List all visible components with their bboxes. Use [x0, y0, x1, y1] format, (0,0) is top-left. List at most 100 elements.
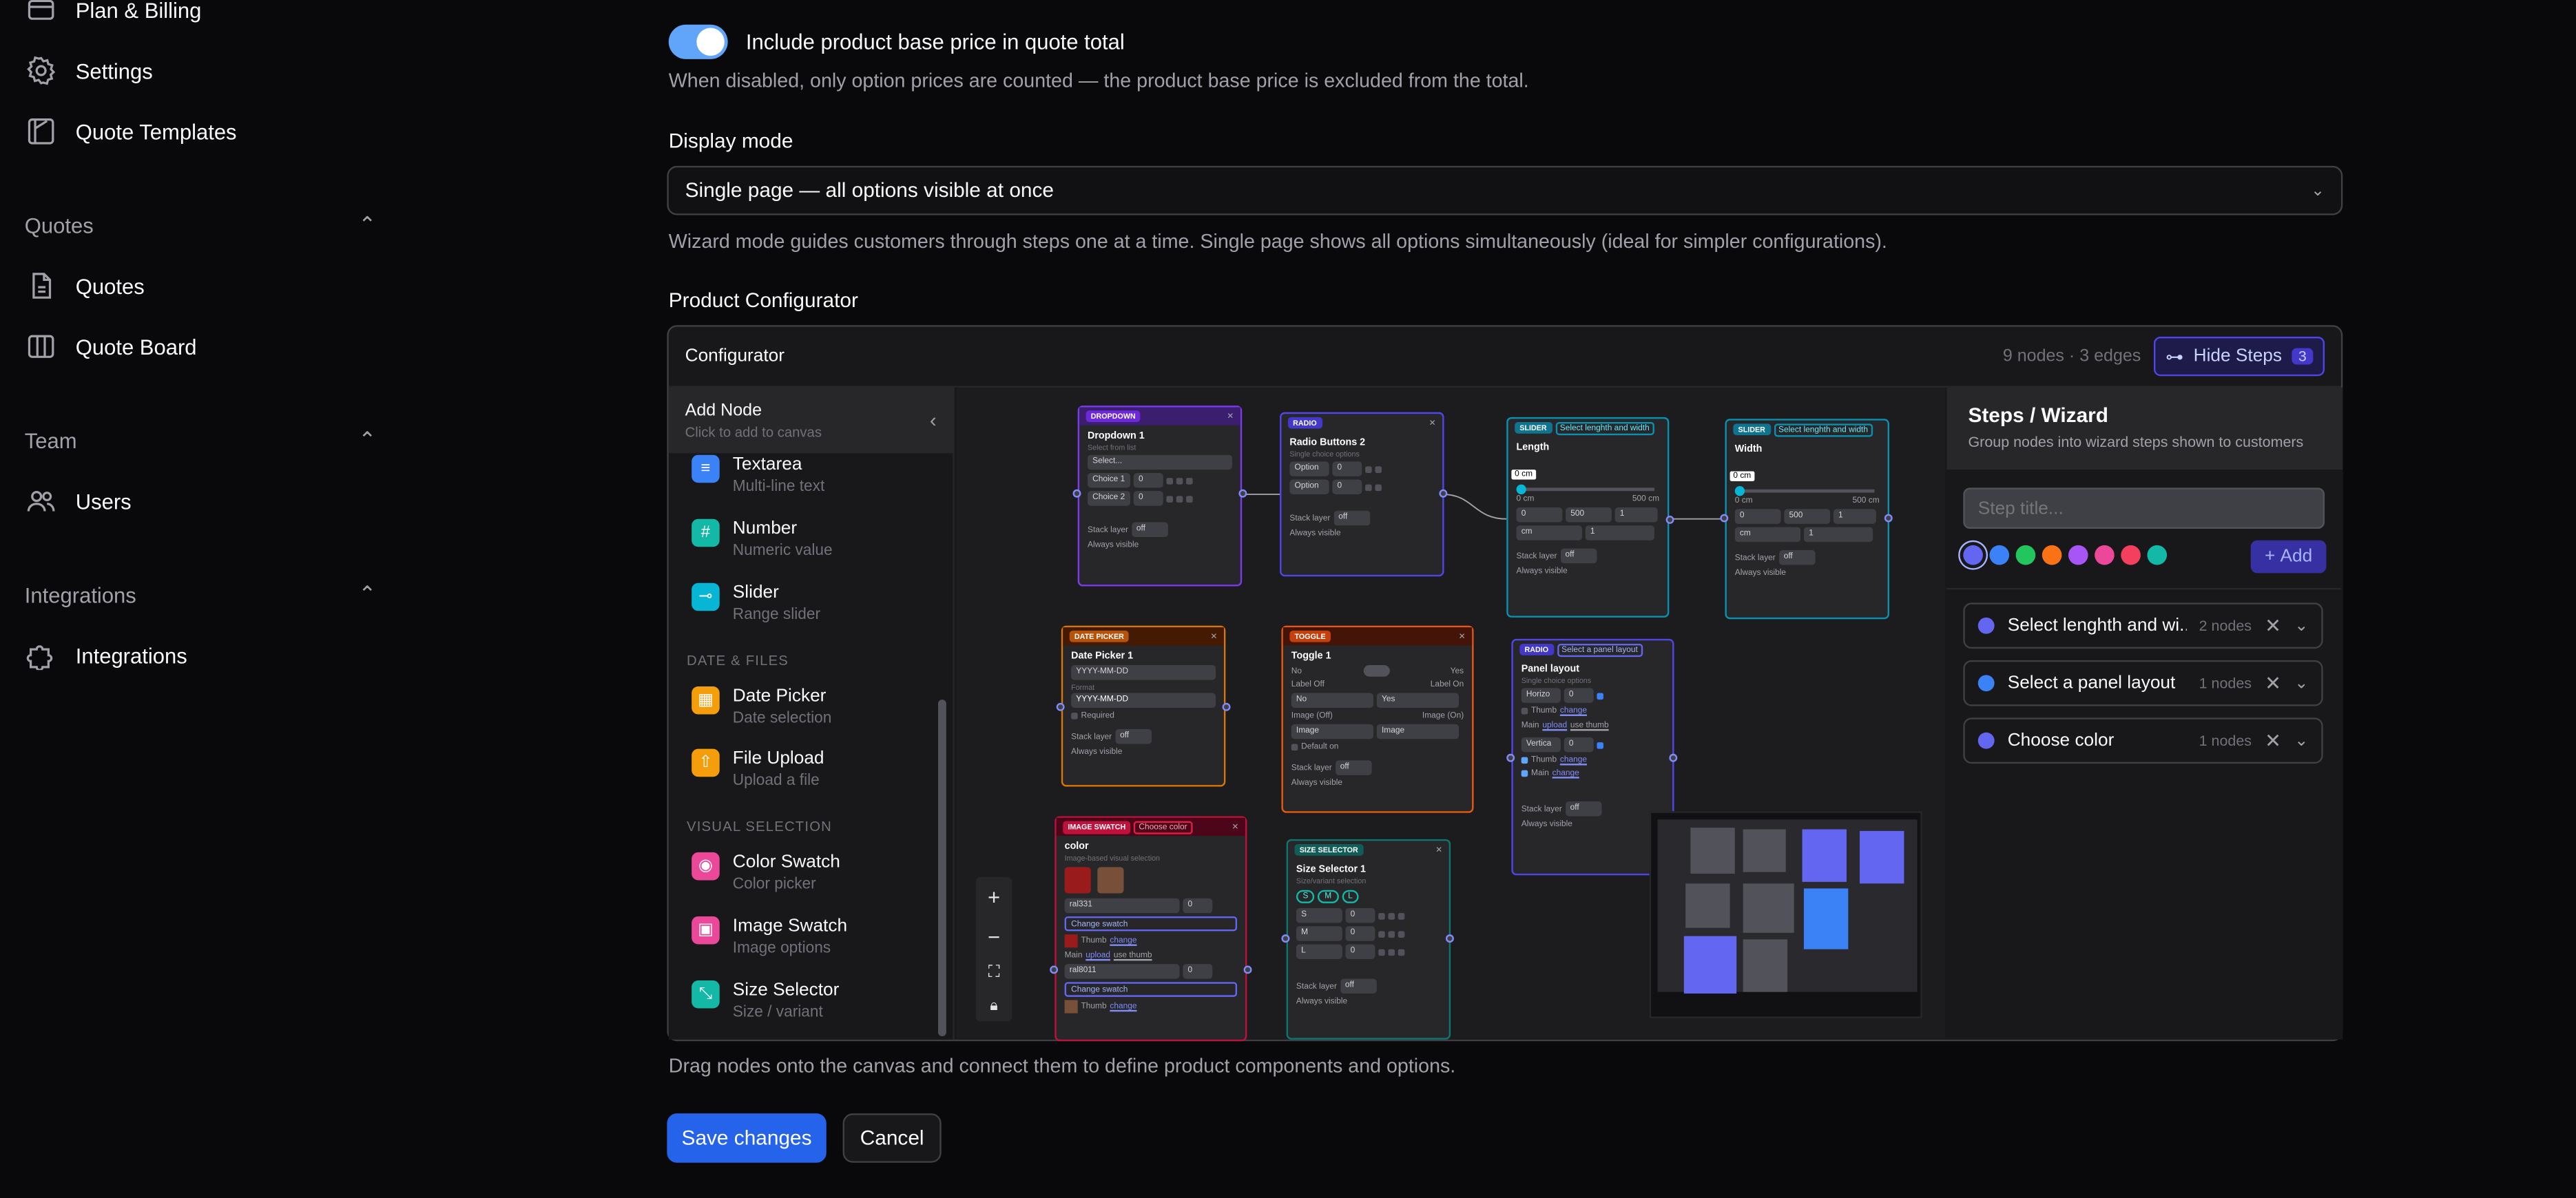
- node-radio[interactable]: RADIO ✕ Radio Buttons 2 Single choice opt…: [1280, 412, 1444, 577]
- node-handle[interactable]: [1222, 702, 1231, 711]
- price-input[interactable]: 0: [1345, 908, 1375, 923]
- node-type-color-swatch[interactable]: ◉ Color Swatch Color picker: [692, 852, 840, 894]
- color-swatch-option[interactable]: [2095, 545, 2115, 565]
- option-input[interactable]: Option: [1289, 461, 1329, 476]
- remove-step-icon[interactable]: ✕: [2265, 614, 2281, 637]
- change-swatch-button[interactable]: Change swatch: [1064, 916, 1238, 932]
- price-input[interactable]: 0: [1133, 491, 1163, 506]
- size-row-input[interactable]: L: [1296, 944, 1342, 959]
- chevron-down-icon[interactable]: ⌄: [2294, 732, 2308, 750]
- min-input[interactable]: 0: [1516, 507, 1563, 523]
- choice-input[interactable]: Choice 2: [1088, 491, 1131, 506]
- max-input[interactable]: 500: [1566, 507, 1612, 523]
- node-size-selector[interactable]: SIZE SELECTOR ✕ Size Selector 1 Size/vari…: [1286, 839, 1451, 1040]
- fit-view-icon[interactable]: ⛶: [988, 963, 1000, 981]
- sidebar-item-quote-templates[interactable]: Quote Templates: [26, 107, 237, 156]
- sidebar-section-quotes[interactable]: Quotes ⌃: [25, 212, 376, 238]
- off-input[interactable]: No: [1291, 693, 1374, 708]
- sidebar-section-integrations[interactable]: Integrations ⌃: [25, 581, 376, 607]
- sidebar-item-quote-board[interactable]: Quote Board: [26, 322, 197, 371]
- price-input[interactable]: 0: [1564, 688, 1594, 703]
- node-handle[interactable]: [1665, 515, 1674, 524]
- option-input[interactable]: Vertica: [1521, 737, 1561, 753]
- stack-input[interactable]: off: [1565, 801, 1601, 817]
- lock-icon[interactable]: 🔒︎: [990, 996, 997, 1014]
- price-input[interactable]: 0: [1332, 479, 1362, 494]
- stack-input[interactable]: off: [1114, 729, 1152, 744]
- color-swatch-option[interactable]: [2015, 545, 2036, 565]
- zoom-out-icon[interactable]: −: [988, 924, 1000, 949]
- add-step-button[interactable]: + Add: [2250, 540, 2327, 574]
- max-input[interactable]: 500: [1784, 509, 1831, 524]
- choice-input[interactable]: Choice 1: [1088, 472, 1131, 488]
- node-handle[interactable]: [1720, 514, 1729, 523]
- image-off-button[interactable]: Image: [1291, 724, 1374, 739]
- close-icon[interactable]: ✕: [1227, 411, 1234, 421]
- node-type-file-upload[interactable]: ⇧ File Upload Upload a file: [692, 748, 824, 790]
- step-row[interactable]: Select lenghth and wi... 2 nodes ✕ ⌄: [1963, 602, 2323, 649]
- on-input[interactable]: Yes: [1376, 693, 1460, 708]
- upload-link[interactable]: upload: [1086, 951, 1110, 960]
- remove-step-icon[interactable]: ✕: [2265, 672, 2281, 695]
- change-link[interactable]: change: [1110, 936, 1136, 946]
- swatch-name-input[interactable]: ral8011: [1064, 964, 1180, 979]
- step-row[interactable]: Choose color 1 nodes ✕ ⌄: [1963, 717, 2323, 764]
- upload-link[interactable]: upload: [1542, 721, 1567, 731]
- remove-step-icon[interactable]: ✕: [2265, 729, 2281, 752]
- node-handle[interactable]: [1056, 702, 1065, 711]
- zoom-in-icon[interactable]: +: [988, 884, 1000, 909]
- price-input[interactable]: 1: [1585, 525, 1654, 540]
- unit-input[interactable]: cm: [1516, 525, 1582, 540]
- format-select[interactable]: YYYY-MM-DD: [1071, 693, 1216, 708]
- step-input[interactable]: 1: [1614, 507, 1658, 523]
- node-slider-width[interactable]: SLIDER Select lenghth and width Width 0 c…: [1725, 419, 1889, 620]
- price-input[interactable]: 0: [1564, 737, 1594, 753]
- price-input[interactable]: 0: [1345, 944, 1375, 959]
- color-swatch-option[interactable]: [2121, 545, 2141, 565]
- toggle-switch[interactable]: [1362, 665, 1389, 677]
- color-swatch-option[interactable]: [1989, 545, 2010, 565]
- change-link[interactable]: change: [1110, 1002, 1136, 1011]
- scrollbar-thumb[interactable]: [937, 700, 946, 1037]
- close-icon[interactable]: ✕: [1232, 822, 1238, 832]
- image-on-button[interactable]: Image: [1376, 724, 1460, 739]
- change-swatch-button[interactable]: Change swatch: [1064, 982, 1238, 997]
- price-input[interactable]: 0: [1183, 898, 1213, 914]
- save-button[interactable]: Save changes: [667, 1113, 827, 1163]
- node-type-slider[interactable]: ⊸ Slider Range slider: [692, 582, 820, 624]
- hide-steps-button[interactable]: ⊶ Hide Steps 3: [2154, 336, 2325, 377]
- use-thumb-link[interactable]: use thumb: [1114, 951, 1152, 960]
- node-date-picker[interactable]: DATE PICKER ✕ Date Picker 1 YYYY-MM-DD Fo…: [1061, 625, 1226, 787]
- price-input[interactable]: 0: [1133, 472, 1163, 488]
- sidebar-item-quotes[interactable]: Quotes: [26, 261, 145, 311]
- chevron-left-icon[interactable]: ‹: [930, 409, 937, 432]
- unit-input[interactable]: cm: [1734, 527, 1801, 543]
- close-icon[interactable]: ✕: [1210, 631, 1217, 641]
- close-icon[interactable]: ✕: [1459, 631, 1466, 641]
- color-swatch-option[interactable]: [1963, 545, 1983, 565]
- close-icon[interactable]: ✕: [1429, 418, 1436, 428]
- node-handle[interactable]: [1445, 934, 1454, 943]
- chevron-down-icon[interactable]: ⌄: [2294, 674, 2308, 692]
- node-image-swatch[interactable]: IMAGE SWATCH Choose color ✕ color Image-ba…: [1055, 816, 1247, 1042]
- node-type-number[interactable]: # Number Numeric value: [692, 518, 833, 560]
- price-input[interactable]: 0: [1183, 964, 1213, 979]
- size-chip[interactable]: S: [1296, 890, 1315, 903]
- stack-input[interactable]: off: [1560, 548, 1597, 564]
- stack-input[interactable]: off: [1333, 510, 1370, 526]
- minimap[interactable]: [1649, 811, 1922, 1018]
- slider-track[interactable]: [1516, 484, 1654, 494]
- size-row-input[interactable]: S: [1296, 908, 1342, 923]
- price-input[interactable]: 1: [1803, 527, 1873, 543]
- sidebar-item-integrations[interactable]: Integrations: [26, 631, 187, 680]
- slider-track[interactable]: [1734, 486, 1875, 496]
- size-chip[interactable]: L: [1341, 890, 1360, 903]
- node-handle[interactable]: [1281, 934, 1290, 943]
- price-input[interactable]: 0: [1345, 926, 1375, 941]
- node-handle[interactable]: [1439, 489, 1448, 498]
- cancel-button[interactable]: Cancel: [842, 1113, 942, 1163]
- base-price-toggle[interactable]: [668, 24, 728, 59]
- swatch-brown[interactable]: [1097, 867, 1124, 894]
- dropdown-placeholder[interactable]: Select...: [1088, 454, 1232, 470]
- option-input[interactable]: Option: [1289, 479, 1329, 494]
